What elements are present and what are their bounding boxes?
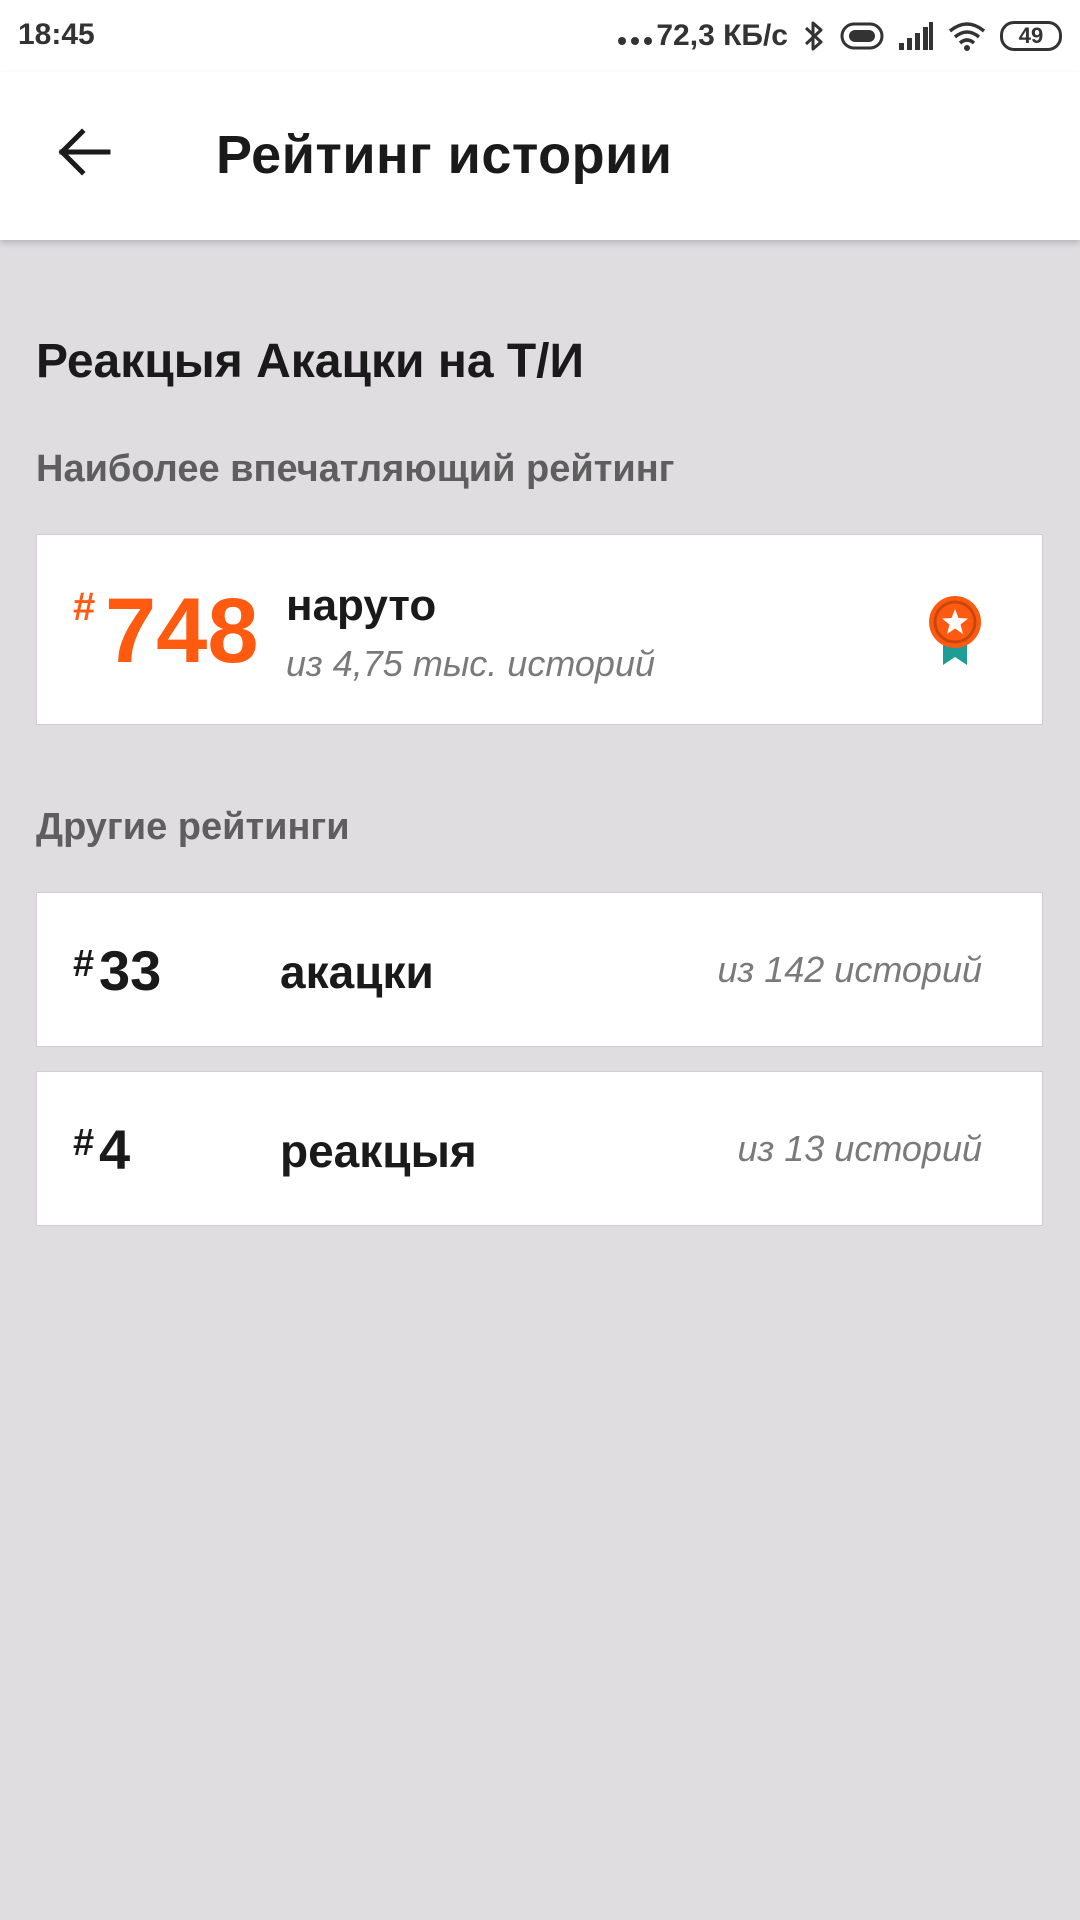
status-time: 18:45 xyxy=(18,18,95,51)
award-ribbon-icon xyxy=(929,596,981,665)
rank-subtitle: из 13 историй xyxy=(737,1128,983,1169)
battery-icon: 49 xyxy=(1000,21,1062,51)
rank-subtitle: из 142 историй xyxy=(717,949,982,990)
rank-tag: акацки xyxy=(280,946,434,998)
other-rankings-label: Другие рейтинги xyxy=(36,806,350,848)
battery-level: 49 xyxy=(1018,23,1044,48)
more-notifications-icon xyxy=(618,21,653,51)
rank-hash: # xyxy=(73,943,95,985)
best-rank-number: 748 xyxy=(105,580,259,682)
signal-icon xyxy=(899,22,933,50)
vibrate-icon xyxy=(840,22,884,50)
best-ranking-label: Наиболее впечатляющий рейтинг xyxy=(36,448,675,490)
network-speed-text: 72,3 КБ/с xyxy=(656,19,788,52)
arrow-left-icon xyxy=(58,128,111,176)
bluetooth-icon xyxy=(804,21,823,51)
rank-number: 4 xyxy=(99,1118,131,1181)
network-speed: 72,3 КБ/с xyxy=(618,19,788,53)
rank-number: 33 xyxy=(99,939,162,1002)
best-ranking-card[interactable]: # 748 наруто из 4,75 тыс. историй xyxy=(36,534,1043,725)
best-rank-tag: наруто xyxy=(286,581,437,630)
app-toolbar: Рейтинг истории xyxy=(0,72,1080,240)
best-rank-subtitle: из 4,75 тыс. историй xyxy=(286,643,655,684)
ranking-card[interactable]: # 33 акацки из 142 историй xyxy=(36,892,1043,1047)
rank-hash: # xyxy=(73,585,96,629)
rank-hash: # xyxy=(73,1122,95,1164)
page-title: Рейтинг истории xyxy=(216,125,673,185)
ranking-card[interactable]: # 4 реакцыя из 13 историй xyxy=(36,1071,1043,1226)
status-bar: 18:45 72,3 КБ/с 49 xyxy=(0,0,1080,72)
status-icons: 72,3 КБ/с 49 xyxy=(618,16,1062,56)
back-button[interactable] xyxy=(44,122,124,182)
story-title: Реакцыя Акацки на Т/И xyxy=(36,335,585,388)
wifi-icon xyxy=(948,22,986,51)
rank-tag: реакцыя xyxy=(280,1125,477,1177)
